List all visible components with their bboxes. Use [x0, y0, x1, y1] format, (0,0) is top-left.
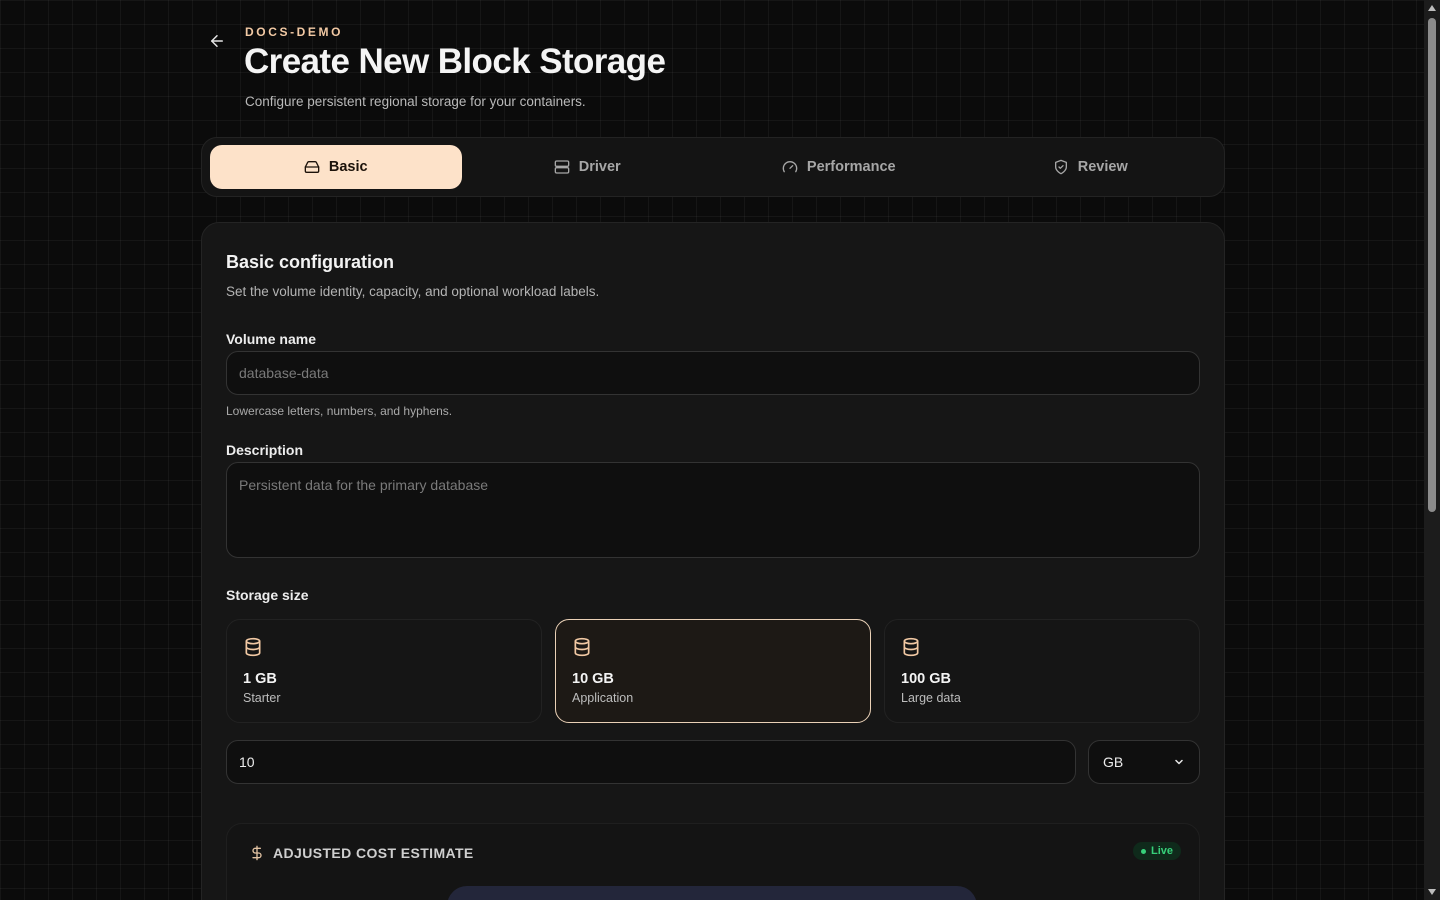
back-button[interactable]	[204, 28, 230, 54]
database-icon	[574, 637, 590, 657]
volume-name-hint: Lowercase letters, numbers, and hyphens.	[226, 404, 453, 418]
wizard-tabs: Basic Driver Performance Review	[201, 137, 1225, 197]
volume-name-label: Volume name	[226, 331, 316, 347]
drive-icon	[304, 161, 320, 173]
triangle-down-icon	[1428, 889, 1436, 895]
dollar-icon	[252, 845, 262, 861]
description-label: Description	[226, 442, 304, 458]
triangle-up-icon	[1428, 5, 1436, 11]
tab-driver[interactable]: Driver	[462, 145, 714, 189]
volume-name-input[interactable]	[226, 351, 1200, 395]
page-title: Create New Block Storage	[244, 42, 666, 81]
page-scrollbar[interactable]	[1424, 0, 1440, 900]
cost-estimate-header: ADJUSTED COST ESTIMATE	[249, 844, 474, 862]
tab-basic-label: Basic	[328, 159, 368, 175]
size-option-value: 10 GB	[572, 671, 614, 687]
tab-performance[interactable]: Performance	[713, 145, 965, 189]
page-subtitle: Configure persistent regional storage fo…	[245, 94, 586, 109]
project-eyebrow: DOCS-DEMO	[245, 25, 344, 39]
storage-size-label: Storage size	[226, 587, 309, 603]
page: DOCS-DEMO Create New Block Storage Confi…	[0, 0, 1424, 900]
size-option-label: Application	[572, 691, 634, 705]
description-textarea[interactable]	[226, 462, 1200, 558]
live-badge: Live	[1132, 842, 1181, 860]
database-icon	[245, 637, 261, 657]
size-option-100gb[interactable]: 100 GB Large data	[884, 619, 1200, 723]
cost-estimate-bar	[447, 886, 977, 900]
tab-review-label: Review	[1077, 159, 1128, 175]
server-icon	[554, 160, 570, 174]
tab-review[interactable]: Review	[965, 145, 1217, 189]
live-badge-label: Live	[1150, 845, 1173, 857]
database-icon	[903, 637, 919, 657]
basic-config-card: Basic configuration Set the volume ident…	[201, 222, 1225, 900]
storage-unit-select[interactable]: GB	[1088, 740, 1200, 784]
storage-unit-value: GB	[1103, 754, 1124, 770]
cost-estimate-title: ADJUSTED COST ESTIMATE	[273, 845, 474, 861]
section-title: Basic configuration	[226, 252, 395, 272]
section-subtitle: Set the volume identity, capacity, and o…	[226, 284, 600, 299]
size-option-value: 1 GB	[243, 671, 277, 687]
scroll-down-button[interactable]	[1424, 884, 1440, 900]
storage-amount-input[interactable]	[226, 740, 1076, 784]
scroll-up-button[interactable]	[1424, 0, 1440, 16]
cost-estimate-panel: ADJUSTED COST ESTIMATE Live	[226, 823, 1200, 900]
tab-performance-label: Performance	[806, 159, 896, 175]
tab-driver-label: Driver	[578, 159, 621, 175]
arrow-left-icon	[211, 35, 223, 47]
size-option-label: Starter	[243, 691, 281, 705]
size-option-10gb[interactable]: 10 GB Application	[555, 619, 871, 723]
shield-check-icon	[1054, 159, 1067, 175]
scroll-thumb[interactable]	[1428, 18, 1436, 512]
live-dot-icon	[1140, 848, 1146, 854]
size-option-1gb[interactable]: 1 GB Starter	[226, 619, 542, 723]
gauge-icon	[782, 161, 798, 173]
size-option-value: 100 GB	[901, 671, 951, 687]
size-option-label: Large data	[901, 691, 961, 705]
tab-basic[interactable]: Basic	[210, 145, 462, 189]
chevron-down-icon	[1175, 759, 1183, 765]
